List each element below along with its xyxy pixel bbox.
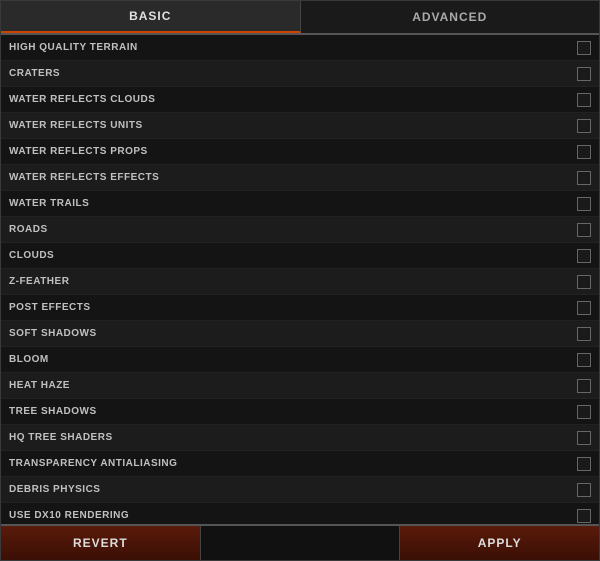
setting-label: Z-FEATHER (9, 276, 347, 287)
setting-row[interactable]: CLOUDS (1, 243, 599, 269)
tab-advanced-label: ADVANCED (412, 10, 487, 24)
footer-spacer (201, 526, 401, 560)
setting-checkbox[interactable] (577, 301, 591, 315)
tab-basic[interactable]: BASIC (1, 1, 301, 33)
setting-checkbox[interactable] (577, 353, 591, 367)
setting-label: HQ TREE SHADERS (9, 432, 347, 443)
setting-row[interactable]: HEAT HAZE (1, 373, 599, 399)
setting-label: WATER REFLECTS PROPS (9, 146, 347, 157)
setting-checkbox[interactable] (577, 275, 591, 289)
setting-checkbox[interactable] (577, 483, 591, 497)
setting-row[interactable]: TREE SHADOWS (1, 399, 599, 425)
setting-label: BLOOM (9, 354, 347, 365)
setting-row[interactable]: POST EFFECTS (1, 295, 599, 321)
setting-label: DEBRIS PHYSICS (9, 484, 347, 495)
settings-container: BASIC ADVANCED HIGH QUALITY TERRAIN CRATE… (0, 0, 600, 561)
setting-label: TRANSPARENCY ANTIALIASING (9, 458, 347, 469)
setting-checkbox[interactable] (577, 41, 591, 55)
setting-row[interactable]: CRATERS (1, 61, 599, 87)
setting-checkbox[interactable] (577, 171, 591, 185)
setting-label: WATER TRAILS (9, 198, 347, 209)
setting-checkbox[interactable] (577, 67, 591, 81)
setting-row[interactable]: Z-FEATHER (1, 269, 599, 295)
setting-label: POST EFFECTS (9, 302, 347, 313)
setting-checkbox[interactable] (577, 457, 591, 471)
setting-label: SOFT SHADOWS (9, 328, 347, 339)
footer-bar: REVERT APPLY (1, 524, 599, 560)
setting-row[interactable]: WATER REFLECTS UNITS (1, 113, 599, 139)
setting-label: HIGH QUALITY TERRAIN (9, 42, 347, 53)
setting-checkbox[interactable] (577, 249, 591, 263)
setting-checkbox[interactable] (577, 379, 591, 393)
setting-label: ROADS (9, 224, 347, 235)
setting-label: TREE SHADOWS (9, 406, 347, 417)
setting-label: WATER REFLECTS CLOUDS (9, 94, 347, 105)
tab-basic-label: BASIC (129, 9, 171, 23)
setting-checkbox[interactable] (577, 93, 591, 107)
apply-button[interactable]: APPLY (400, 526, 599, 560)
tab-advanced[interactable]: ADVANCED (301, 1, 600, 33)
setting-checkbox[interactable] (577, 223, 591, 237)
setting-checkbox[interactable] (577, 119, 591, 133)
setting-row[interactable]: TRANSPARENCY ANTIALIASING (1, 451, 599, 477)
revert-label: REVERT (73, 536, 128, 550)
setting-row[interactable]: HQ TREE SHADERS (1, 425, 599, 451)
setting-row[interactable]: WATER REFLECTS PROPS (1, 139, 599, 165)
setting-checkbox[interactable] (577, 197, 591, 211)
setting-row[interactable]: WATER REFLECTS CLOUDS (1, 87, 599, 113)
setting-row[interactable]: WATER TRAILS (1, 191, 599, 217)
setting-label: USE DX10 RENDERING (9, 510, 347, 521)
setting-row[interactable]: SOFT SHADOWS (1, 321, 599, 347)
setting-row[interactable]: USE DX10 RENDERING (1, 503, 599, 524)
setting-label: WATER REFLECTS EFFECTS (9, 172, 347, 183)
settings-list[interactable]: HIGH QUALITY TERRAIN CRATERS WATER REFLECT… (1, 35, 599, 524)
revert-button[interactable]: REVERT (1, 526, 201, 560)
tab-bar: BASIC ADVANCED (1, 1, 599, 35)
setting-label: CLOUDS (9, 250, 347, 261)
setting-row[interactable]: ROADS (1, 217, 599, 243)
setting-checkbox[interactable] (577, 405, 591, 419)
setting-checkbox[interactable] (577, 145, 591, 159)
setting-label: CRATERS (9, 68, 347, 79)
apply-label: APPLY (478, 536, 522, 550)
setting-label: WATER REFLECTS UNITS (9, 120, 347, 131)
setting-row[interactable]: BLOOM (1, 347, 599, 373)
setting-row[interactable]: WATER REFLECTS EFFECTS (1, 165, 599, 191)
setting-checkbox[interactable] (577, 327, 591, 341)
setting-checkbox[interactable] (577, 509, 591, 523)
setting-row[interactable]: DEBRIS PHYSICS (1, 477, 599, 503)
setting-checkbox[interactable] (577, 431, 591, 445)
setting-label: HEAT HAZE (9, 380, 347, 391)
content-area: HIGH QUALITY TERRAIN CRATERS WATER REFLECT… (1, 35, 599, 524)
setting-row[interactable]: HIGH QUALITY TERRAIN (1, 35, 599, 61)
